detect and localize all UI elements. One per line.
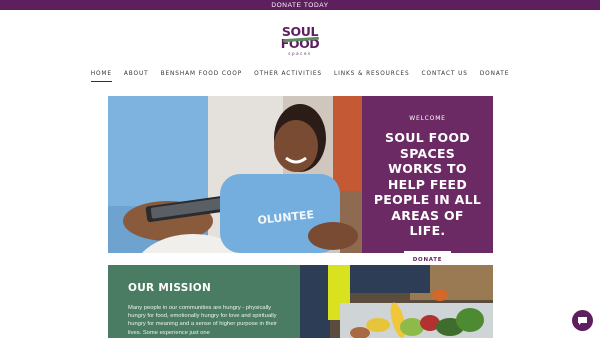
site-logo[interactable]: SOUL FOOD spaces (277, 25, 323, 64)
nav-links-resources[interactable]: LINKS & RESOURCES (334, 70, 410, 82)
main-nav: HOME ABOUT BENSHAM FOOD COOP OTHER ACTIV… (0, 70, 600, 82)
nav-contact-us[interactable]: CONTACT US (422, 70, 468, 82)
hero-illustration: OLUNTEE (108, 96, 363, 253)
hero-image-volunteers: OLUNTEE (108, 96, 363, 253)
hero-eyebrow: WELCOME (409, 115, 446, 122)
mission-section: OUR MISSION Many people in our communiti… (108, 265, 493, 338)
hero-text-panel: WELCOME SOUL FOOD SPACES WORKS TO HELP F… (362, 96, 493, 269)
announcement-bar: DONATE TODAY (0, 0, 600, 10)
nav-donate[interactable]: DONATE (480, 70, 509, 82)
hero-section: OLUNTEE WELCOME SOUL FOOD SPACES WORKS T… (108, 96, 493, 269)
chat-bubble-icon (578, 316, 587, 325)
hero-heading: SOUL FOOD SPACES WORKS TO HELP FEED PEOP… (373, 130, 482, 238)
mission-illustration (300, 265, 493, 338)
mission-body: Many people in our communities are hungr… (128, 305, 277, 336)
logo-word-spaces: spaces (288, 51, 312, 56)
nav-other-activities[interactable]: OTHER ACTIVITIES (254, 70, 322, 82)
nav-about[interactable]: ABOUT (124, 70, 149, 82)
donate-today-link[interactable]: DONATE TODAY (271, 2, 328, 9)
chat-button[interactable] (572, 310, 593, 331)
nav-home[interactable]: HOME (90, 70, 112, 82)
mission-image-food-crates (300, 265, 493, 338)
nav-bensham-food-coop[interactable]: BENSHAM FOOD COOP (161, 70, 243, 82)
mission-text-panel: OUR MISSION Many people in our communiti… (108, 265, 301, 338)
mission-heading: OUR MISSION (128, 282, 212, 294)
